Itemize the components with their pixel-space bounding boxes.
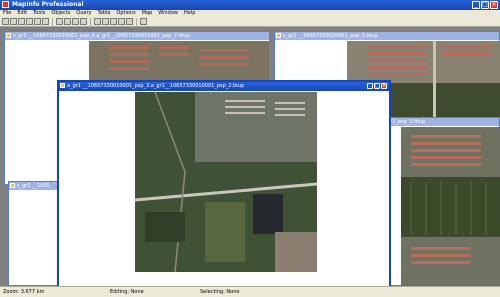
app-title: MapInfo Professional (12, 1, 84, 8)
aerial-image[interactable] (135, 92, 317, 272)
menu-table[interactable]: Table (94, 10, 113, 17)
menu-tools[interactable]: Tools (30, 10, 48, 17)
menu-options[interactable]: Options (113, 10, 138, 17)
menu-edit[interactable]: Edit (14, 10, 30, 17)
aerial-image[interactable] (401, 127, 500, 286)
map-window-icon (10, 183, 15, 188)
status-editing: Editing: None (110, 289, 144, 295)
open-workspace-icon[interactable] (18, 18, 25, 25)
new-graph-icon[interactable] (110, 18, 117, 25)
toolbar-divider (52, 18, 53, 26)
minimize-button[interactable]: _ (472, 1, 480, 9)
menu-file[interactable]: File (0, 10, 14, 17)
window-maximize-button[interactable]: □ (374, 83, 380, 89)
map-window-active[interactable]: a_gr1 __10657330010001_psp_3.a_gr1__1065… (57, 80, 391, 286)
menu-help[interactable]: Help (181, 10, 198, 17)
status-zoom: Zoom: 3.677 km (3, 289, 45, 295)
new-layout-icon[interactable] (118, 18, 125, 25)
window-title: s_gr1 __10657330010001_psp_4.a_gr1__1065… (5, 32, 269, 40)
window-title: a_gr1 __10657330010001_psp_3.a_gr1__1065… (59, 82, 389, 91)
new-browser-icon[interactable] (94, 18, 101, 25)
copy-icon[interactable] (64, 18, 71, 25)
status-selecting: Selecting: None (200, 289, 240, 295)
new-mapper-icon[interactable] (102, 18, 109, 25)
window-title: 01_psp_3.tkup (381, 118, 499, 126)
new-redistrict-icon[interactable] (126, 18, 133, 25)
open-icon[interactable] (10, 18, 17, 25)
app-titlebar: MapInfo Professional _ □ × (0, 0, 500, 10)
map-window-icon (60, 83, 65, 88)
cut-icon[interactable] (56, 18, 63, 25)
map-window-right[interactable]: 01_psp_3.tkup (380, 117, 500, 286)
mdi-workspace: s_gr1 __10657330010001_psp_4.a_gr1__1065… (0, 27, 500, 286)
window-title: s_gr1 __10657330010001_psp_3.tkup (275, 32, 499, 40)
save-icon[interactable] (26, 18, 33, 25)
new-icon[interactable] (2, 18, 9, 25)
toolbar-divider (90, 18, 91, 26)
menu-objects[interactable]: Objects (48, 10, 73, 17)
toolbar-divider (136, 18, 137, 26)
status-bar: Zoom: 3.677 km Editing: None Selecting: … (0, 286, 500, 297)
menu-map[interactable]: Map (139, 10, 156, 17)
maximize-button[interactable]: □ (481, 1, 489, 9)
menu-window[interactable]: Window (155, 10, 181, 17)
undo-icon[interactable] (80, 18, 87, 25)
map-window-icon (6, 33, 11, 38)
menu-bar: File Edit Tools Objects Query Table Opti… (0, 10, 500, 17)
window-close-button[interactable]: × (381, 83, 387, 89)
save-workspace-icon[interactable] (42, 18, 49, 25)
menu-query[interactable]: Query (73, 10, 94, 17)
map-window-icon (276, 33, 281, 38)
help-icon[interactable] (140, 18, 147, 25)
window-minimize-button[interactable]: _ (367, 83, 373, 89)
paste-icon[interactable] (72, 18, 79, 25)
close-button[interactable]: × (490, 1, 498, 9)
print-icon[interactable] (34, 18, 41, 25)
mapinfo-app-icon (2, 1, 9, 8)
toolbar (0, 17, 500, 27)
